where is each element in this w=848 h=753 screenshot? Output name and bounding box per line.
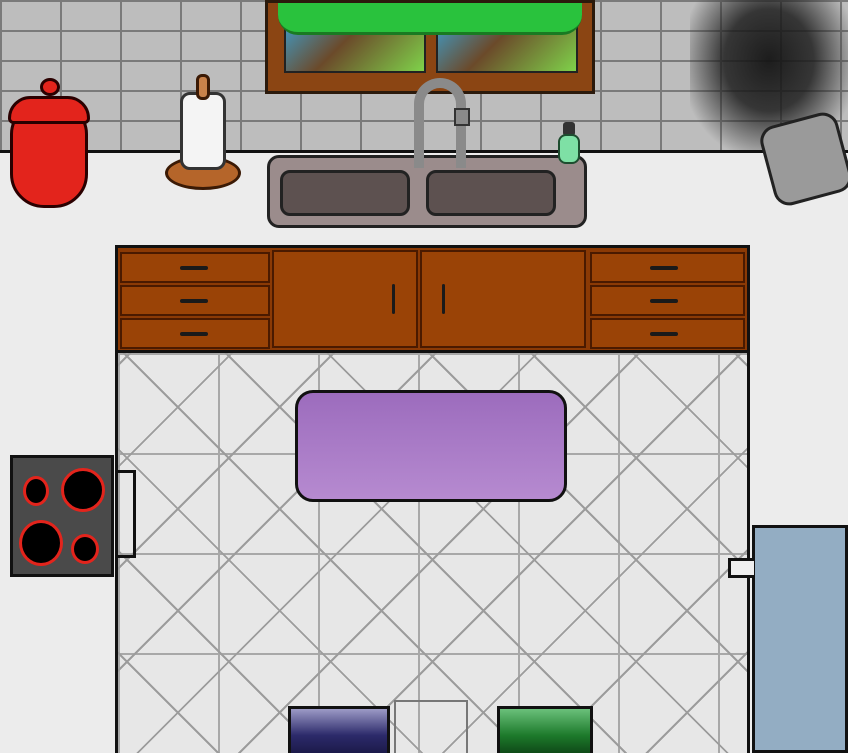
- drawer-handle: [650, 299, 678, 303]
- fridge-handle[interactable]: [728, 558, 754, 578]
- recycling-bin[interactable]: [288, 706, 390, 753]
- pot-lid: [8, 96, 90, 124]
- soap-dispenser[interactable]: [558, 134, 580, 164]
- faucet-tip: [454, 108, 470, 126]
- burner-back-left[interactable]: [23, 476, 49, 506]
- paper-towel-rod: [196, 74, 210, 100]
- drawer-handle: [180, 332, 208, 336]
- fridge[interactable]: [752, 525, 848, 753]
- door-handle: [442, 284, 445, 314]
- drawer-handle: [180, 266, 208, 270]
- oven-handle[interactable]: [116, 470, 136, 558]
- drawer-right-3[interactable]: [590, 318, 745, 349]
- drawer-left-3[interactable]: [120, 318, 270, 349]
- pot-knob: [40, 78, 60, 96]
- curtain: [278, 3, 582, 35]
- counter-right-side: [750, 245, 848, 525]
- drawer-right-1[interactable]: [590, 252, 745, 283]
- drawer-handle: [180, 299, 208, 303]
- compost-bin[interactable]: [497, 706, 593, 753]
- sink-basin-left: [280, 170, 410, 216]
- door-handle: [392, 284, 395, 314]
- drawer-left-1[interactable]: [120, 252, 270, 283]
- burner-back-right[interactable]: [61, 468, 105, 512]
- burner-front-left[interactable]: [19, 520, 63, 566]
- drawer-left-2[interactable]: [120, 285, 270, 316]
- clear-bin[interactable]: [394, 700, 468, 753]
- sink-basin-right: [426, 170, 556, 216]
- cabinet-door-left[interactable]: [272, 250, 418, 348]
- burner-front-right[interactable]: [71, 534, 99, 564]
- purple-rug[interactable]: [295, 390, 567, 502]
- drawer-handle: [650, 332, 678, 336]
- cabinets: [115, 245, 750, 353]
- drawer-handle: [650, 266, 678, 270]
- stove[interactable]: [10, 455, 114, 577]
- paper-towel-roll[interactable]: [180, 92, 226, 170]
- cabinet-door-right[interactable]: [420, 250, 586, 348]
- drawer-right-2[interactable]: [590, 285, 745, 316]
